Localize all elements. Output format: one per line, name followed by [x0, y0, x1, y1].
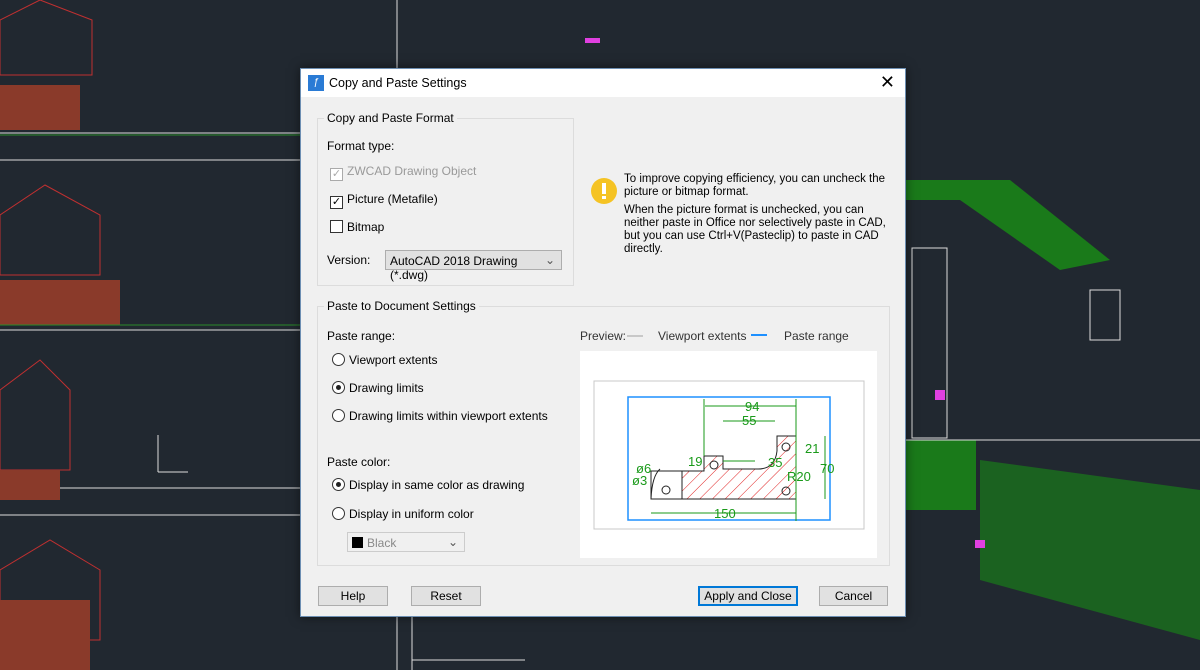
dim-55: 55 — [742, 413, 756, 428]
paste-document-settings-group: Paste to Document Settings Paste range: … — [317, 299, 890, 566]
paste-color-label: Paste color: — [327, 455, 391, 469]
radio-icon — [332, 409, 345, 422]
radio-icon — [332, 353, 345, 366]
app-icon: ƒ — [308, 75, 324, 91]
close-icon[interactable]: ✕ — [880, 72, 895, 93]
dim-35: 35 — [768, 455, 782, 470]
cancel-button[interactable]: Cancel — [819, 586, 888, 606]
chevron-down-icon: ⌄ — [447, 535, 458, 549]
apply-and-close-button[interactable]: Apply and Close — [698, 586, 798, 606]
radio-same-color[interactable]: Display in same color as drawing — [332, 478, 524, 492]
lightbulb-icon — [591, 178, 617, 204]
dialog-title: Copy and Paste Settings — [329, 76, 467, 90]
paste-legend-label: Paste range — [784, 329, 849, 343]
checkbox-icon — [330, 220, 343, 233]
reset-button[interactable]: Reset — [411, 586, 481, 606]
color-swatch — [352, 537, 363, 548]
version-select[interactable]: AutoCAD 2018 Drawing (*.dwg) ⌄ — [385, 250, 562, 282]
dim-phi3: ø3 — [632, 473, 647, 488]
checkbox-picture-metafile[interactable]: ✓ Picture (Metafile) — [330, 192, 438, 209]
paste-legend-line — [751, 334, 767, 336]
radio-uniform-color[interactable]: Display in uniform color — [332, 507, 474, 521]
dim-70: 70 — [820, 461, 834, 476]
format-type-label: Format type: — [327, 139, 395, 153]
dim-21: 21 — [805, 441, 819, 456]
checkbox-icon: ✓ — [330, 196, 343, 209]
version-label: Version: — [327, 253, 371, 267]
chevron-down-icon: ⌄ — [544, 253, 555, 267]
dim-150: 150 — [714, 506, 736, 521]
title-bar: ƒ Copy and Paste Settings ✕ — [301, 69, 905, 97]
radio-limits-within-viewport[interactable]: Drawing limits within viewport extents — [332, 409, 548, 423]
radio-drawing-limits[interactable]: Drawing limits — [332, 381, 424, 395]
dim-r20: R20 — [787, 469, 811, 484]
group-legend: Paste to Document Settings — [324, 299, 479, 313]
preview-panel: 94 55 21 19 35 70 R20 ø6 ø3 150 — [580, 351, 877, 558]
radio-icon — [332, 381, 345, 394]
dim-94: 94 — [745, 399, 759, 414]
radio-viewport-extents[interactable]: Viewport extents — [332, 353, 438, 367]
paste-range-label: Paste range: — [327, 329, 396, 343]
radio-icon — [332, 507, 345, 520]
checkbox-icon: ✓ — [330, 168, 343, 181]
radio-icon — [332, 478, 345, 491]
help-button[interactable]: Help — [318, 586, 388, 606]
viewport-legend-label: Viewport extents — [658, 329, 747, 343]
uniform-color-select: Black ⌄ — [347, 532, 465, 552]
checkbox-zwcad-object: ✓ ZWCAD Drawing Object — [330, 164, 477, 181]
viewport-legend-line — [627, 335, 643, 337]
info-text: To improve copying efficiency, you can u… — [624, 173, 886, 255]
dim-19: 19 — [688, 454, 702, 469]
preview-label: Preview: — [580, 329, 627, 343]
copy-paste-format-group: Copy and Paste Format Format type: ✓ ZWCA… — [317, 111, 574, 286]
group-legend: Copy and Paste Format — [324, 111, 457, 125]
copy-paste-settings-dialog: ƒ Copy and Paste Settings ✕ Copy and Pas… — [300, 68, 906, 617]
checkbox-bitmap[interactable]: Bitmap — [330, 220, 384, 234]
